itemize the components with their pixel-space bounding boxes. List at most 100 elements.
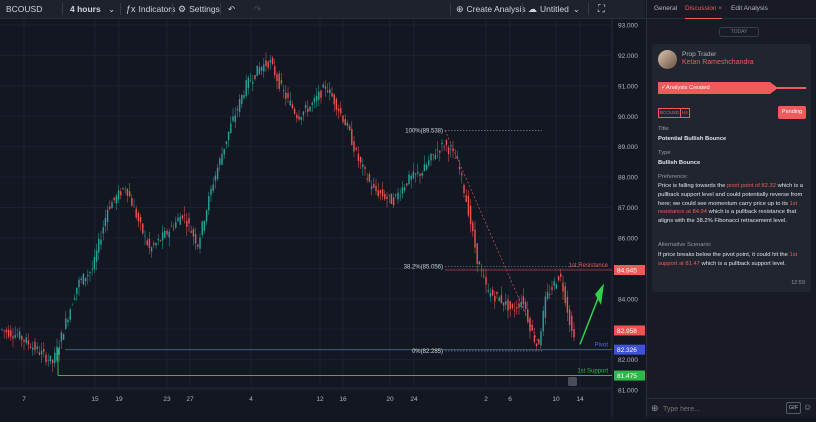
candle-body (7, 329, 10, 337)
candle-body (346, 122, 349, 126)
candle-body (500, 295, 503, 303)
candle-body (320, 90, 322, 98)
candle-body (175, 221, 177, 228)
emoji-icon[interactable]: ☺ (803, 402, 812, 412)
candle-body (181, 215, 184, 219)
tab-edit-analysis[interactable]: Edit Analysis (731, 0, 768, 18)
candle-body (344, 119, 346, 126)
preference-text: Price is falling towards the pivot point… (658, 183, 804, 225)
candle-body (18, 331, 21, 339)
candle-body (168, 231, 170, 238)
type-value: Bullish Bounce (658, 160, 701, 166)
candle-body (172, 227, 175, 229)
candle-body (150, 247, 153, 252)
candle-body (571, 315, 573, 331)
candle-body (511, 304, 514, 308)
candle-body (166, 230, 168, 235)
undo-button[interactable]: ↶ (228, 0, 235, 18)
candle-body (115, 195, 118, 204)
status-badge[interactable]: Pending (778, 106, 806, 119)
candle-body (47, 360, 49, 361)
candle-body (177, 217, 179, 222)
snapshot-icon[interactable] (568, 377, 577, 386)
avatar[interactable] (658, 50, 677, 69)
candle-body (388, 194, 390, 196)
candle-body (540, 331, 542, 346)
candle-body (300, 117, 302, 120)
plus-circle-icon: ⊕ (456, 3, 464, 14)
interval-dropdown[interactable]: ⌄ (108, 0, 115, 18)
candle-body (199, 237, 201, 249)
candle-body (58, 346, 60, 355)
fullscreen-button[interactable]: ⛶ (598, 0, 605, 18)
candle-body (186, 220, 188, 227)
candle-body (93, 256, 96, 270)
candle-body (243, 94, 245, 98)
user-name[interactable]: Ketan Rameshchandra (682, 59, 754, 66)
candle-body (302, 111, 305, 116)
candle-body (498, 297, 500, 301)
candle-body (379, 190, 382, 194)
redo-button[interactable]: ↷ (254, 0, 261, 18)
x-tick-label: 16 (339, 396, 347, 403)
message-input[interactable] (661, 402, 783, 416)
candle-body (467, 196, 470, 216)
create-analysis-label: Create Analysis (466, 4, 526, 14)
candle-body (414, 173, 417, 175)
candle-body (216, 167, 219, 179)
symbol-button[interactable]: BCOUSD (6, 0, 42, 18)
candle-body (562, 282, 564, 292)
settings-button[interactable]: ⚙ Settings (178, 0, 220, 18)
close-icon[interactable]: × (718, 5, 722, 12)
tab-discussion[interactable]: Discussion × (685, 0, 723, 19)
analysis-card: Prop Trader Ketan Rameshchandra ✓Analysi… (652, 44, 811, 292)
candle-body (3, 330, 5, 332)
candle-body (551, 287, 553, 290)
candle-body (274, 66, 276, 76)
candle-body (535, 343, 538, 346)
candle-body (27, 340, 30, 345)
candle-body (366, 178, 368, 180)
y-tick-label: 82.000 (618, 357, 638, 364)
candle-body (428, 160, 430, 166)
candle-body (76, 287, 78, 295)
candle-body (454, 157, 456, 159)
y-tick-label: 92.000 (618, 53, 638, 60)
candle-body (111, 202, 113, 209)
candle-body (348, 125, 351, 130)
candle-body (480, 270, 483, 272)
tab-general[interactable]: General (654, 0, 677, 18)
candle-body (307, 108, 309, 112)
candle-body (403, 187, 406, 191)
candle-body (546, 292, 549, 299)
interval-button[interactable]: 4 hours (70, 0, 101, 18)
tab-discussion-label: Discussion (685, 5, 717, 12)
candle-body (357, 153, 360, 161)
price-chart[interactable]: 93.000 92.000 91.000 90.000 89.000 88.000 87.0… (0, 19, 645, 417)
candle-body (21, 336, 23, 341)
gif-button[interactable]: GIF (786, 402, 801, 414)
candle-body (505, 301, 507, 305)
candle-body (128, 191, 131, 197)
candle-body (203, 221, 206, 231)
fullscreen-icon: ⛶ (598, 3, 605, 15)
create-analysis-button[interactable]: ⊕ Create Analysis (456, 0, 526, 18)
candle-body (313, 97, 316, 103)
add-attachment-icon[interactable]: ⊕ (651, 403, 659, 414)
candle-body (421, 172, 423, 176)
candle-body (227, 131, 230, 140)
indicators-button[interactable]: ƒx Indicators (126, 0, 175, 18)
undo-icon: ↶ (228, 3, 236, 14)
candle-body (205, 210, 208, 222)
chart-svg[interactable]: 93.000 92.000 91.000 90.000 89.000 88.000 87.0… (0, 19, 645, 417)
y-tick-label: 90.000 (618, 114, 638, 121)
candle-body (95, 250, 98, 262)
untitled-layout-button[interactable]: ☁ Untitled ⌄ (528, 0, 580, 18)
candle-body (555, 284, 558, 289)
candle-body (34, 341, 36, 351)
candle-body (197, 244, 199, 247)
y-tick-label: 91.000 (618, 83, 638, 90)
candle-body (78, 279, 80, 288)
candle-body (447, 147, 450, 155)
candle-body (553, 281, 555, 286)
